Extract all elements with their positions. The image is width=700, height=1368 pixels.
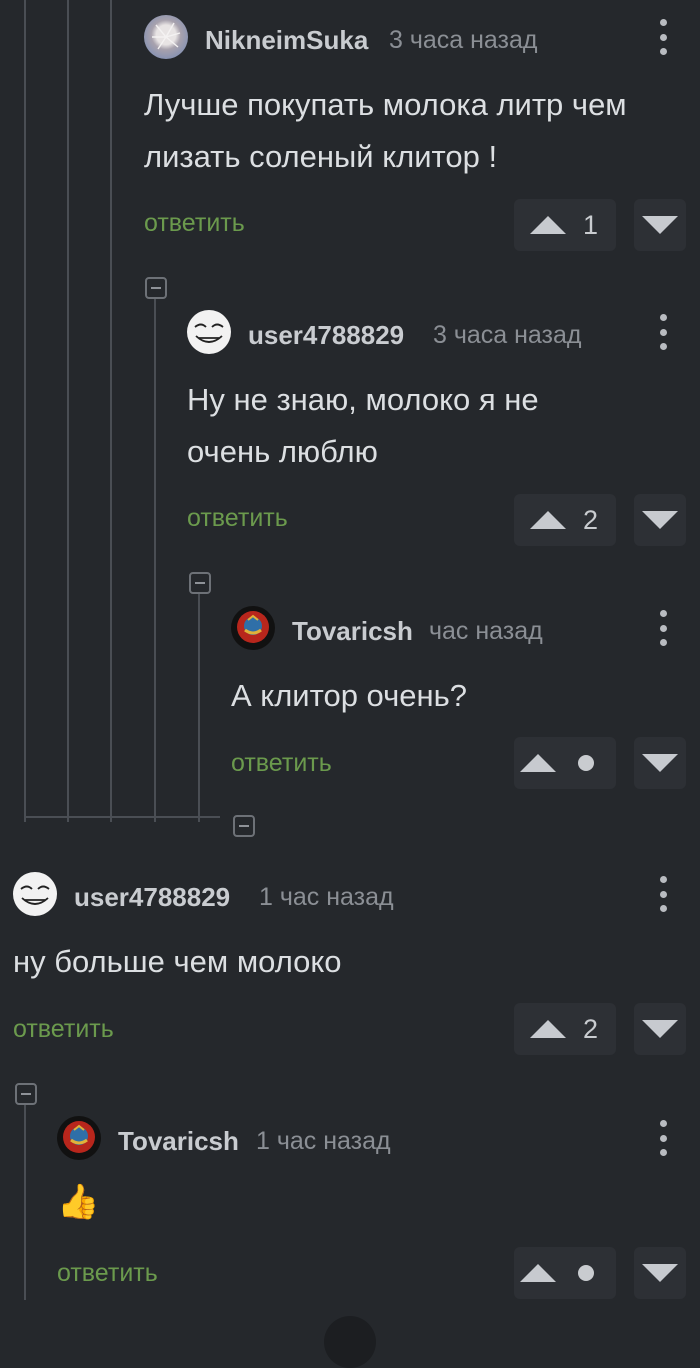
more-options-icon[interactable] [659,314,667,350]
rating-count: 2 [582,1014,598,1044]
thread-line [24,0,26,822]
upvote-button[interactable] [514,737,616,789]
comment-username[interactable]: Tovaricsh [118,1126,239,1157]
thread-line [154,298,156,822]
ussr-emblem-avatar[interactable] [57,1116,101,1160]
downvote-button[interactable] [634,199,686,251]
arrow-down-icon [642,216,678,234]
downvote-button[interactable] [634,737,686,789]
collapse-thread-button[interactable] [145,277,167,299]
comment-header: Tovaricsh час назад [231,606,700,650]
thread-line [110,0,112,822]
reply-link[interactable]: ответить [144,209,245,238]
upvote-button[interactable] [514,1247,616,1299]
rating-count: 1 [582,210,598,240]
floating-action-button[interactable] [324,1316,376,1368]
dandelion-avatar[interactable] [144,15,188,59]
comment-text: А клитор очень? [231,678,468,713]
comment-username[interactable]: Tovaricsh [292,616,413,647]
downvote-button[interactable] [634,1247,686,1299]
upvote-button[interactable]: 2 [514,1003,616,1055]
no-rating-dot [578,1265,594,1281]
comment-text: Ну не знаю, молоко я не очень люблю [187,382,539,469]
comment-time: час назад [429,617,543,645]
arrow-up-icon [530,216,566,234]
comment-username[interactable]: user4788829 [74,882,230,913]
troll-face-avatar[interactable] [187,310,231,354]
upvote-button[interactable]: 1 [514,199,616,251]
comment-text: Лучше покупать молока литр чем лизать со… [144,87,627,174]
more-options-icon[interactable] [659,1120,667,1156]
arrow-up-icon [530,1020,566,1038]
comment-header: NikneimSuka 3 часа назад [144,15,700,59]
downvote-button[interactable] [634,494,686,546]
comment-text: ну больше чем молоко [13,944,342,979]
comment-header: user4788829 1 час назад [13,872,700,916]
comment: user4788829 1 час назад ну больше чем мо… [13,872,700,1062]
upvote-button[interactable]: 2 [514,494,616,546]
collapse-thread-button[interactable] [15,1083,37,1105]
thread-line [24,1104,26,1300]
arrow-up-icon [520,1264,556,1282]
collapse-thread-button[interactable] [233,815,255,837]
ussr-emblem-avatar[interactable] [231,606,275,650]
arrow-down-icon [642,511,678,529]
reply-link[interactable]: ответить [187,504,288,533]
thread-line-horizontal [24,816,220,818]
collapse-thread-button[interactable] [189,572,211,594]
more-options-icon[interactable] [659,19,667,55]
rating-count: 2 [582,505,598,535]
reply-link[interactable]: ответить [57,1259,158,1288]
comment: NikneimSuka 3 часа назад Лучше покупать … [144,15,700,255]
arrow-up-icon [530,511,566,529]
reply-link[interactable]: ответить [13,1015,114,1044]
comment: Tovaricsh час назад А клитор очень? отве… [231,606,700,796]
comment-time: 1 час назад [259,883,394,911]
comment-username[interactable]: NikneimSuka [205,25,368,56]
troll-face-avatar[interactable] [13,872,57,916]
comment: Tovaricsh 1 час назад 👍 ответить [57,1116,700,1306]
comment-time: 1 час назад [256,1127,391,1155]
reply-link[interactable]: ответить [231,749,332,778]
arrow-down-icon [642,1264,678,1282]
thumbs-up-emoji: 👍 [57,1183,100,1221]
arrow-down-icon [642,754,678,772]
more-options-icon[interactable] [659,610,667,646]
comment-header: user4788829 3 часа назад [187,310,700,354]
comment: user4788829 3 часа назад Ну не знаю, мол… [187,310,700,550]
arrow-up-icon [520,754,556,772]
comment-username[interactable]: user4788829 [248,320,404,351]
thread-line [198,594,200,822]
arrow-down-icon [642,1020,678,1038]
downvote-button[interactable] [634,1003,686,1055]
comment-header: Tovaricsh 1 час назад [57,1116,700,1160]
more-options-icon[interactable] [659,876,667,912]
comment-time: 3 часа назад [389,26,538,54]
comment-time: 3 часа назад [433,321,582,349]
no-rating-dot [578,755,594,771]
thread-line [67,0,69,822]
